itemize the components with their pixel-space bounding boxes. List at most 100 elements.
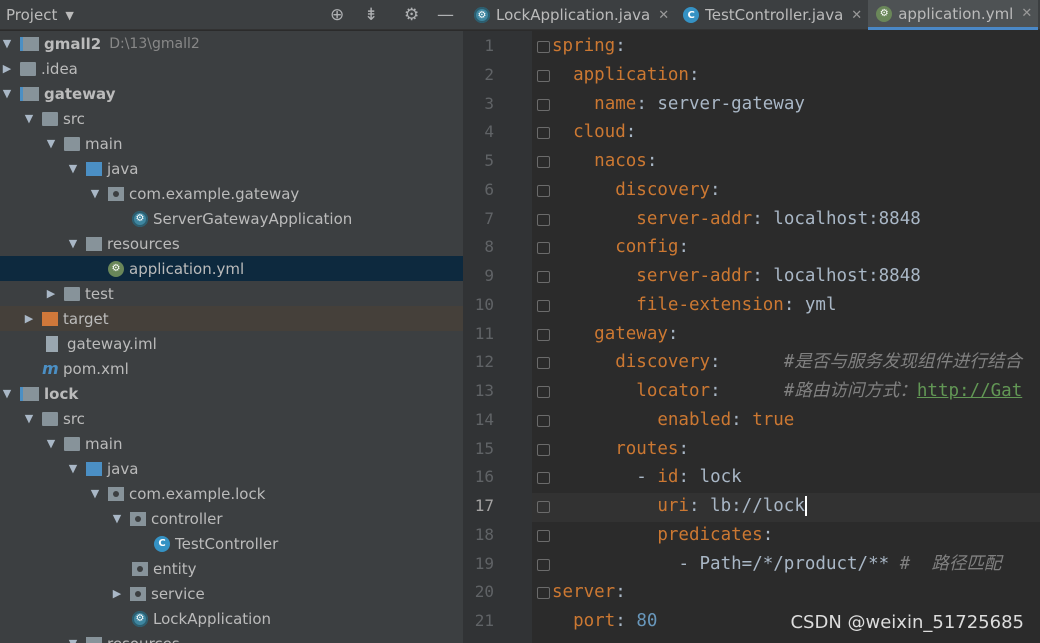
tree-item-label: src [63,409,85,428]
close-icon[interactable]: ✕ [658,8,669,23]
expanded-arrow-icon[interactable]: ▼ [0,37,14,50]
fold-marker-icon[interactable] [537,213,550,226]
source-folder-icon [86,461,102,476]
expanded-arrow-icon[interactable]: ▼ [66,462,80,475]
fold-marker-icon[interactable] [537,242,550,255]
close-icon[interactable]: ✕ [1021,6,1032,21]
fold-marker-icon[interactable] [537,357,550,370]
fold-marker-icon[interactable] [537,156,550,168]
expanded-arrow-icon[interactable]: ▼ [44,437,58,450]
tree-item-target[interactable]: ▶ target [0,306,463,331]
expanded-arrow-icon[interactable]: ▼ [44,137,58,150]
fold-marker-icon[interactable] [537,587,550,600]
tree-item-package[interactable]: ▼ com.example.gateway [0,181,463,206]
tree-item-package[interactable]: ▼ com.example.lock [0,481,463,506]
crosshair-icon[interactable]: ⊕ [330,4,344,26]
tree-item-yml[interactable]: ⚙ application.yml [0,256,463,281]
tab-test-controller[interactable]: C TestController.java ✕ [675,0,868,30]
tree-item-idea[interactable]: ▶ .idea [0,56,463,81]
expanded-arrow-icon[interactable]: ▼ [88,187,102,200]
yaml-value: localhost:8848 [773,208,921,229]
tree-item-entity[interactable]: entity [0,556,463,581]
tree-item-main[interactable]: ▼ main [0,431,463,456]
chevron-down-icon[interactable]: ▼ [65,9,73,22]
yaml-boolean: true [752,409,795,430]
fold-marker-icon[interactable] [537,501,550,513]
yaml-key: server [552,582,616,603]
tree-item-gmall2[interactable]: ▼ gmall2 D:\13\gmall2 [0,31,463,56]
collapse-all-icon[interactable]: ⇟ [364,4,378,26]
tree-item-resources[interactable]: ▼ resources [0,231,463,256]
tree-item-src[interactable]: ▼ src [0,106,463,131]
text-caret [804,496,807,516]
tree-item-controller[interactable]: ▼ controller [0,506,463,531]
collapsed-arrow-icon[interactable]: ▶ [110,587,124,600]
expanded-arrow-icon[interactable]: ▼ [66,637,80,643]
tree-item-class[interactable]: ⚙ ServerGatewayApplication [0,206,463,231]
fold-marker-icon[interactable] [537,472,550,485]
expanded-arrow-icon[interactable]: ▼ [88,487,102,500]
fold-marker-icon[interactable] [537,529,550,542]
minimize-icon[interactable]: — [437,4,454,26]
close-icon[interactable]: ✕ [851,8,862,23]
expanded-arrow-icon[interactable]: ▼ [66,237,80,250]
fold-marker-icon[interactable] [537,98,550,111]
yaml-key: cloud [573,122,626,143]
expanded-arrow-icon[interactable]: ▼ [0,387,14,400]
tab-application-yml[interactable]: ⚙ application.yml ✕ [868,0,1039,30]
fold-marker-icon[interactable] [537,386,550,398]
tree-item-gateway[interactable]: ▼ gateway [0,81,463,106]
code-line: server-addr: localhost:8848 [552,262,921,291]
yaml-key: name [594,93,637,114]
expanded-arrow-icon[interactable]: ▼ [22,112,36,125]
code-line: enabled: true [552,406,794,435]
tree-item-java[interactable]: ▼ java [0,156,463,181]
tree-item-class[interactable]: C TestController [0,531,463,556]
tree-item-main[interactable]: ▼ main [0,131,463,156]
fold-marker-icon[interactable] [537,299,550,312]
fold-marker-icon[interactable] [537,328,550,341]
code-line: nacos: [552,147,657,176]
yaml-separator: : [678,438,689,459]
code-editor[interactable]: 1 2 3 4 5 6 7 8 9 10 11 12 13 14 15 16 17 18 19 20 21 spring… [466,31,1040,643]
fold-marker-icon[interactable] [537,184,550,197]
tree-item-lock[interactable]: ▼ lock [0,381,463,406]
tree-item-service[interactable]: ▶ service [0,581,463,606]
tree-item-resources[interactable]: ▼ resources [0,631,463,643]
tree-item-label: pom.xml [63,359,129,378]
fold-marker-icon[interactable] [537,69,550,82]
line-number: 18 [474,524,494,544]
collapsed-arrow-icon[interactable]: ▶ [0,62,14,75]
fold-marker-icon[interactable] [537,414,550,427]
spring-app-icon: ⚙ [132,210,148,227]
source-folder-icon [86,161,102,176]
list-dash: - [636,467,658,488]
tree-item-java[interactable]: ▼ java [0,456,463,481]
gear-icon[interactable]: ⚙ [404,4,419,26]
project-view-selector[interactable]: Project [6,6,57,24]
tree-item-path: D:\13\gmall2 [109,35,200,52]
tree-item-iml[interactable]: gateway.iml [0,331,463,356]
tree-item-class[interactable]: ⚙ LockApplication [0,606,463,631]
fold-marker-icon[interactable] [537,271,550,283]
fold-marker-icon[interactable] [537,558,550,571]
fold-marker-icon[interactable] [537,41,550,53]
comment-link[interactable]: http://Gat [917,381,1022,401]
fold-marker-icon[interactable] [537,443,550,456]
tree-item-label: com.example.lock [129,484,266,503]
tree-item-pom[interactable]: m pom.xml [0,356,463,381]
expanded-arrow-icon[interactable]: ▼ [110,512,124,525]
yaml-separator: : [667,323,679,344]
collapsed-arrow-icon[interactable]: ▶ [22,312,36,325]
tab-lock-application[interactable]: ⚙ LockApplication.java ✕ [466,0,675,30]
yaml-value: server-gateway [657,93,805,114]
collapsed-arrow-icon[interactable]: ▶ [44,287,58,300]
tree-item-src[interactable]: ▼ src [0,406,463,431]
editor-tabs: ⚙ LockApplication.java ✕ C TestControlle… [466,0,1039,30]
tree-item-test[interactable]: ▶ test [0,281,463,306]
yaml-key: spring [552,36,616,56]
expanded-arrow-icon[interactable]: ▼ [0,87,14,100]
expanded-arrow-icon[interactable]: ▼ [22,412,36,425]
fold-marker-icon[interactable] [537,127,550,140]
expanded-arrow-icon[interactable]: ▼ [66,162,80,175]
